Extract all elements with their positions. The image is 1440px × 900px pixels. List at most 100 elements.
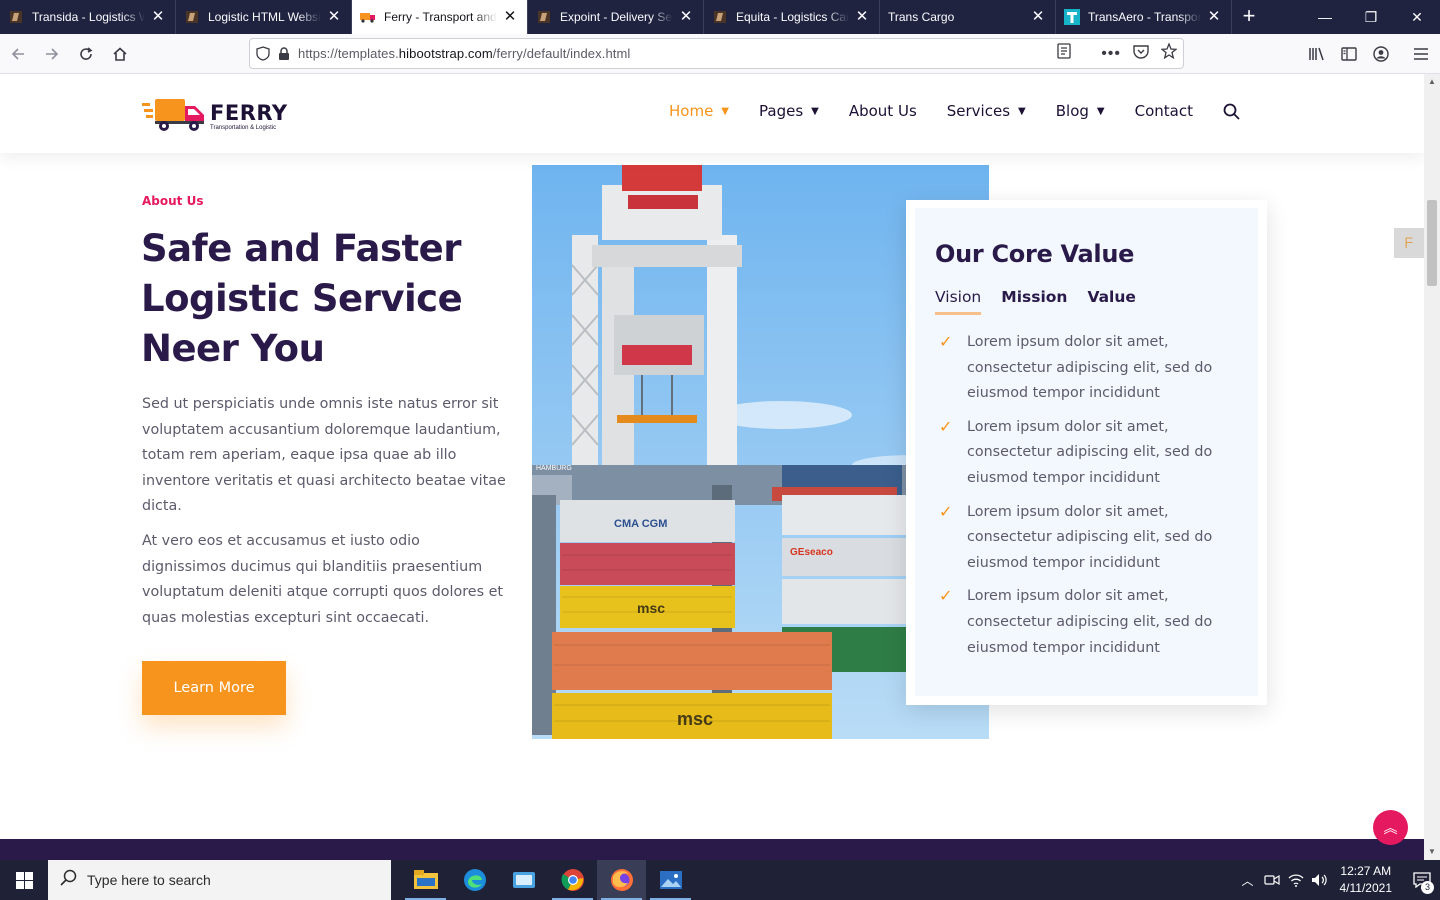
- browser-tab[interactable]: Trans Cargo ✕: [880, 0, 1056, 34]
- check-icon: ✓: [939, 588, 953, 606]
- restore-icon[interactable]: ❐: [1348, 0, 1394, 34]
- close-tab-icon[interactable]: ✕: [1029, 8, 1047, 26]
- rtl-toggle-icon: ᖴ: [1404, 234, 1414, 251]
- list-item: ✓ Lorem ipsum dolor sit amet, consectetur…: [939, 417, 1239, 492]
- main-nav: Home ▼ Pages ▼ About Us Services ▼ Blog ▼ Co…: [669, 102, 1270, 120]
- footer-top-strip: [0, 839, 1424, 860]
- clock-time: 12:27 AM: [1340, 864, 1392, 878]
- close-tab-icon[interactable]: ✕: [325, 8, 343, 26]
- more-actions-icon[interactable]: •••: [1101, 45, 1121, 63]
- bootstrap-favicon-icon: [536, 9, 552, 25]
- nav-item-services[interactable]: Services ▼: [947, 102, 1026, 120]
- forward-icon[interactable]: [36, 38, 68, 70]
- library-icon[interactable]: [1306, 43, 1328, 65]
- lock-icon[interactable]: [276, 46, 292, 61]
- windows-start-icon[interactable]: [0, 860, 48, 900]
- back-to-top-button[interactable]: ︽: [1373, 810, 1408, 845]
- browser-tab-strip: Transida - Logistics W ✕ Logistic HTML W…: [0, 0, 1440, 34]
- learn-more-button[interactable]: Learn More: [142, 661, 286, 715]
- back-icon[interactable]: [2, 38, 34, 70]
- pocket-icon[interactable]: [1133, 44, 1149, 64]
- about-paragraph: At vero eos et accusamus et iusto odio d…: [142, 533, 504, 626]
- logo-name: FERRY: [210, 101, 288, 125]
- file-explorer-icon[interactable]: [401, 860, 450, 900]
- wifi-icon[interactable]: [1284, 860, 1308, 900]
- container-label: msc: [637, 600, 665, 616]
- tab-vision[interactable]: Vision: [935, 288, 982, 315]
- tab-title: Equita - Logistics Carg: [736, 10, 849, 24]
- container-label: HAMBURG: [536, 465, 572, 472]
- check-icon: ✓: [939, 418, 953, 436]
- new-tab-button[interactable]: +: [1234, 0, 1264, 34]
- chevron-down-icon: ▼: [811, 105, 819, 117]
- volume-icon[interactable]: [1308, 860, 1332, 900]
- section-label: About Us: [142, 194, 204, 208]
- bootstrap-favicon-icon: [8, 9, 24, 25]
- side-settings-tab[interactable]: ᖴ: [1394, 228, 1424, 258]
- scroll-down-icon[interactable]: ▼: [1424, 844, 1440, 860]
- clock-date: 4/11/2021: [1339, 881, 1393, 895]
- app-window-icon[interactable]: [499, 860, 548, 900]
- truck-favicon-icon: [360, 9, 376, 25]
- scrollbar-thumb[interactable]: [1427, 200, 1437, 286]
- browser-tab[interactable]: Logistic HTML Websit ✕: [176, 0, 352, 34]
- chevron-up-icon[interactable]: ︿: [1236, 860, 1260, 900]
- close-tab-icon[interactable]: ✕: [501, 8, 519, 26]
- page-scrollbar[interactable]: ▲ ▼: [1424, 74, 1440, 860]
- site-logo[interactable]: FERRY Transportation & Logistic: [142, 96, 288, 137]
- chevron-double-up-icon: ︽: [1383, 819, 1398, 836]
- browser-tab[interactable]: TransAero - Transport ✕: [1056, 0, 1232, 34]
- nav-item-pages[interactable]: Pages ▼: [759, 102, 819, 120]
- tab-title: Ferry - Transport and L: [384, 10, 497, 24]
- tab-value[interactable]: Value: [1087, 288, 1135, 315]
- url-bar[interactable]: https://templates.hibootstrap.com/ferry/…: [249, 38, 1184, 69]
- browser-tab[interactable]: Transida - Logistics W ✕: [0, 0, 176, 34]
- scroll-up-icon[interactable]: ▲: [1424, 74, 1440, 90]
- browser-toolbar: https://templates.hibootstrap.com/ferry/…: [0, 34, 1440, 74]
- nav-item-contact[interactable]: Contact: [1135, 102, 1193, 120]
- close-tab-icon[interactable]: ✕: [677, 8, 695, 26]
- system-tray: ︿ 12:27 AM 4/11/2021 3: [1236, 860, 1440, 900]
- system-clock[interactable]: 12:27 AM 4/11/2021: [1340, 863, 1393, 897]
- reader-view-icon[interactable]: [1057, 43, 1071, 64]
- taskbar-search[interactable]: Type here to search: [48, 860, 391, 900]
- firefox-icon[interactable]: [597, 860, 646, 900]
- chrome-icon[interactable]: [548, 860, 597, 900]
- reload-icon[interactable]: [70, 38, 102, 70]
- nav-item-about-us[interactable]: About Us: [849, 102, 917, 120]
- nav-item-blog[interactable]: Blog ▼: [1056, 102, 1105, 120]
- search-icon[interactable]: [1223, 103, 1240, 120]
- close-tab-icon[interactable]: ✕: [1205, 8, 1223, 26]
- meet-now-icon[interactable]: [1260, 860, 1284, 900]
- photos-icon[interactable]: [646, 860, 695, 900]
- tab-title: Expoint - Delivery Ser: [560, 10, 673, 24]
- container-label: msc: [677, 709, 713, 729]
- tab-title: Trans Cargo: [888, 10, 955, 24]
- search-icon: [60, 869, 77, 891]
- minimize-icon[interactable]: —: [1302, 0, 1348, 34]
- close-tab-icon[interactable]: ✕: [149, 8, 167, 26]
- bookmark-star-icon[interactable]: [1160, 42, 1178, 64]
- sidebar-icon[interactable]: [1338, 43, 1360, 65]
- section-heading: Safe and Faster Logistic Service Neer Yo…: [141, 227, 463, 370]
- browser-tab[interactable]: Expoint - Delivery Ser ✕: [528, 0, 704, 34]
- home-icon[interactable]: [104, 38, 136, 70]
- container-label: GEseaco: [790, 547, 833, 558]
- list-item: ✓ Lorem ipsum dolor sit amet, consectetur…: [939, 332, 1239, 407]
- close-tab-icon[interactable]: ✕: [853, 8, 871, 26]
- browser-tab-active[interactable]: Ferry - Transport and L ✕: [352, 0, 528, 34]
- close-window-icon[interactable]: ✕: [1394, 0, 1440, 34]
- shield-icon[interactable]: [250, 46, 276, 61]
- browser-tab[interactable]: Equita - Logistics Carg ✕: [704, 0, 880, 34]
- core-value-tabs: Vision Mission Value: [935, 288, 1156, 315]
- tab-mission[interactable]: Mission: [1001, 288, 1067, 315]
- notifications-icon[interactable]: 3: [1404, 860, 1440, 900]
- nav-item-home[interactable]: Home ▼: [669, 102, 729, 120]
- account-icon[interactable]: [1370, 43, 1392, 65]
- edge-icon[interactable]: [450, 860, 499, 900]
- chevron-down-icon: ▼: [1018, 105, 1026, 117]
- notification-count-badge: 3: [1421, 881, 1434, 894]
- search-placeholder: Type here to search: [87, 872, 211, 888]
- list-item: ✓ Lorem ipsum dolor sit amet, consectetur…: [939, 502, 1239, 577]
- menu-icon[interactable]: [1410, 43, 1432, 65]
